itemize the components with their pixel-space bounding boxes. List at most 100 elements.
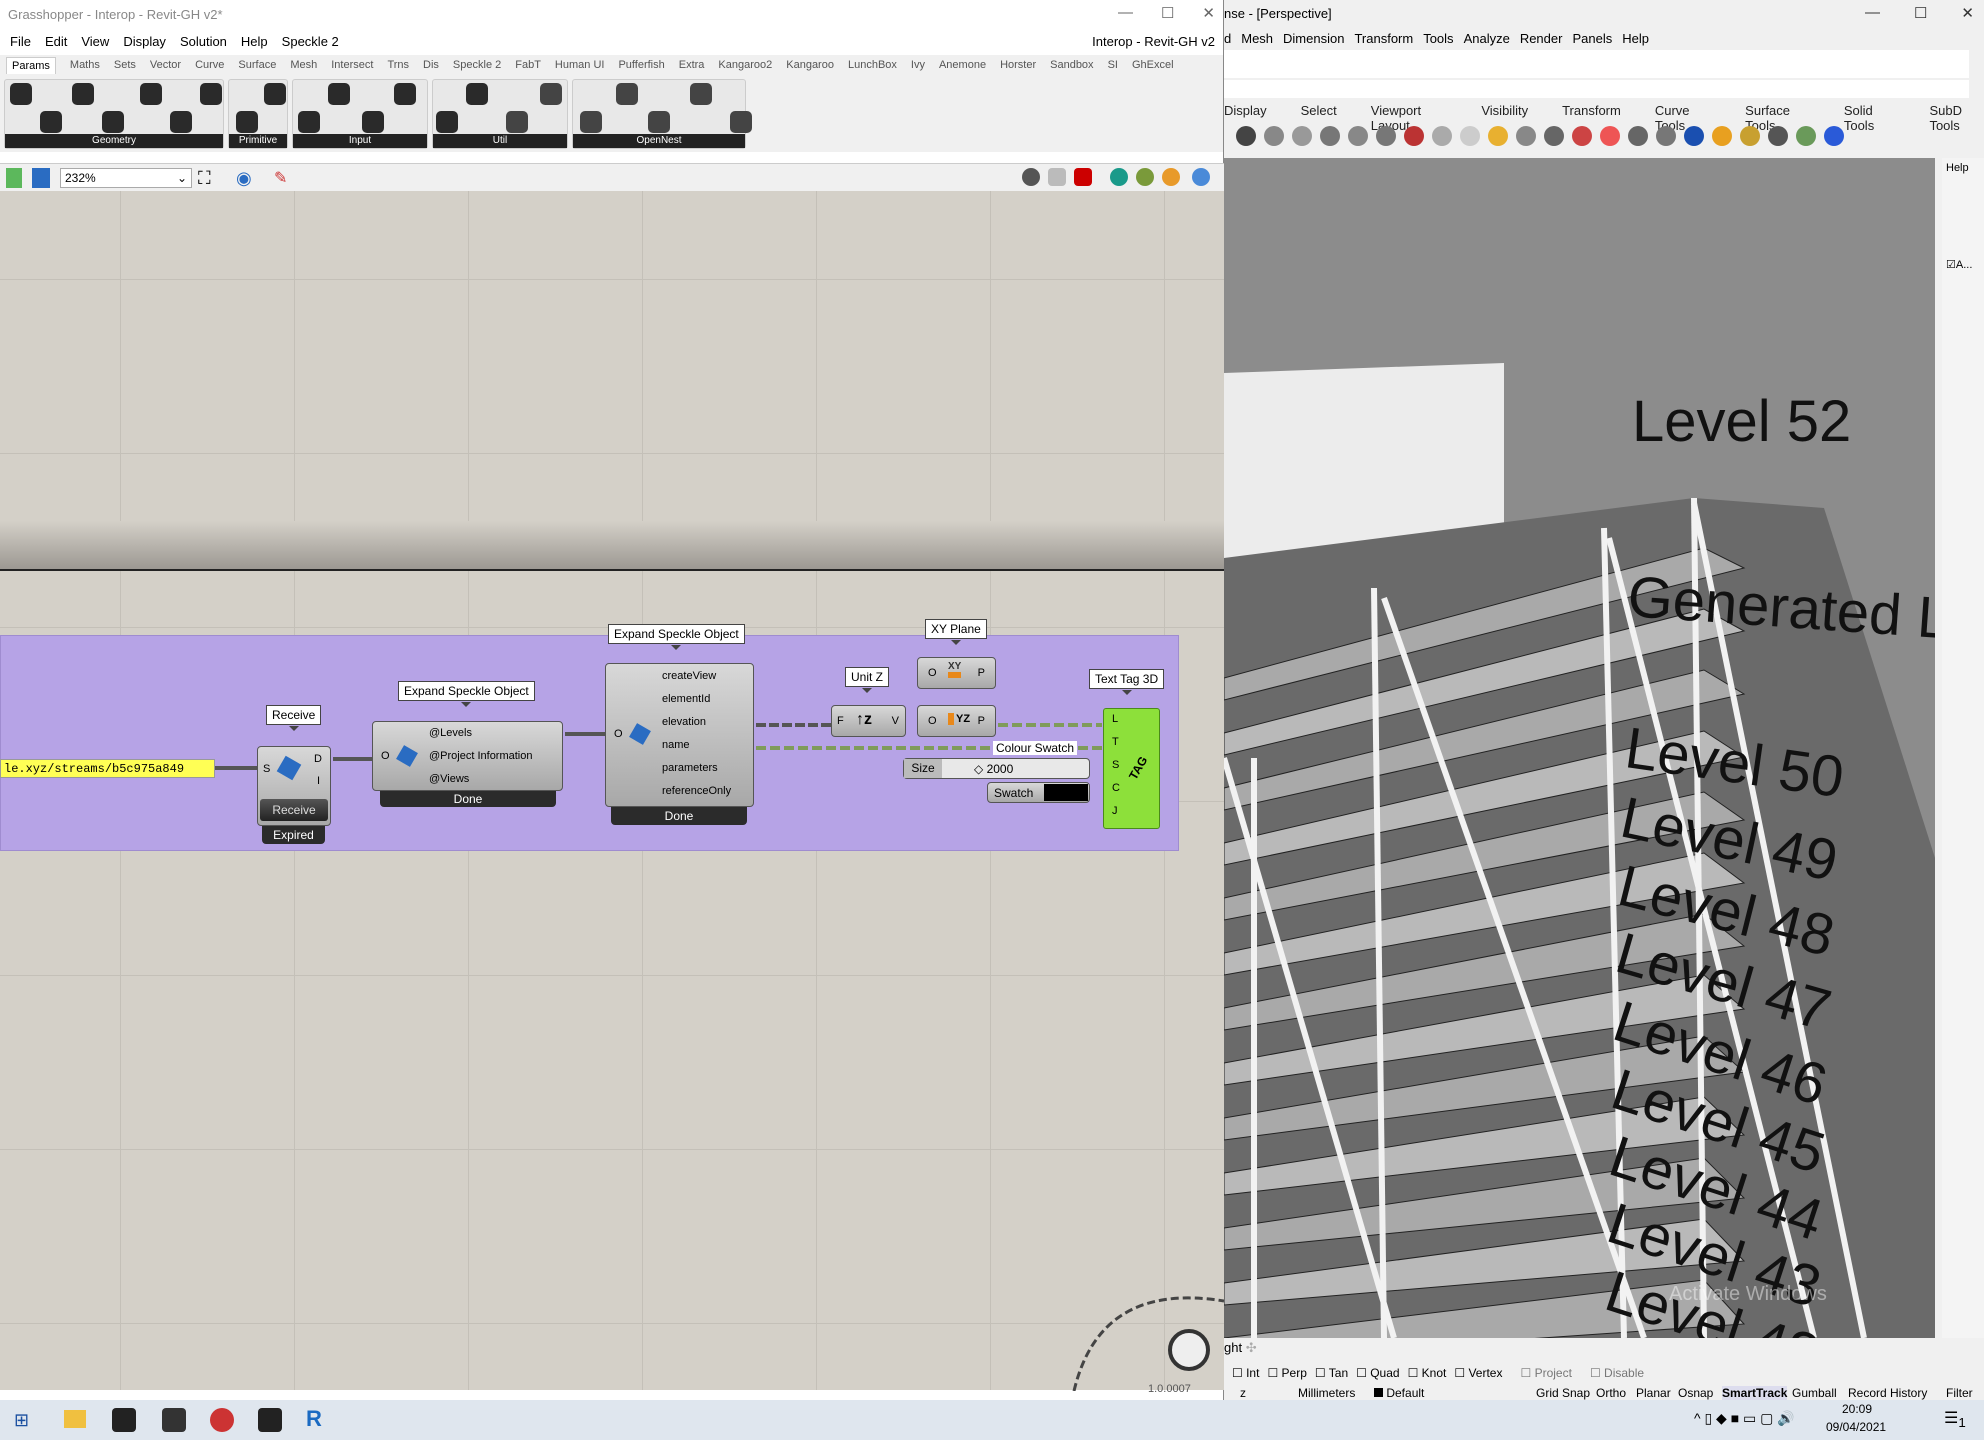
- output-p[interactable]: P: [978, 667, 985, 679]
- rhino-tool-icon[interactable]: [1432, 126, 1452, 146]
- rhino-tool-icon[interactable]: [1796, 126, 1816, 146]
- menu-d[interactable]: d: [1224, 31, 1231, 46]
- tab-kangaroo2[interactable]: Kangaroo2: [718, 59, 772, 71]
- rhino-tool-icon[interactable]: [1264, 126, 1284, 146]
- output-parameters[interactable]: parameters: [662, 762, 718, 774]
- minimize-button[interactable]: —: [1865, 4, 1880, 22]
- rhino-tool-icon[interactable]: [1684, 126, 1704, 146]
- receive-node[interactable]: S D I Receive: [257, 746, 331, 826]
- text-tag-3d-node[interactable]: LTSCJ TAG: [1103, 708, 1160, 829]
- output-i[interactable]: I: [317, 775, 320, 787]
- revit-icon[interactable]: R: [306, 1406, 322, 1432]
- yz-plane-node[interactable]: O YZ P: [917, 705, 996, 737]
- rhino-tool-icon[interactable]: [1740, 126, 1760, 146]
- group-label[interactable]: Geometry: [5, 134, 223, 148]
- rhino-tool-icon[interactable]: [1628, 126, 1648, 146]
- tab-surface[interactable]: Surface: [238, 59, 276, 71]
- tab-fabt[interactable]: FabT: [515, 59, 541, 71]
- component-icon[interactable]: [690, 83, 712, 105]
- rhino-tool-icon[interactable]: [1768, 126, 1788, 146]
- toggle-record-history[interactable]: Record History: [1848, 1386, 1927, 1400]
- menu-solution[interactable]: Solution: [180, 34, 227, 49]
- rhino-tool-icon[interactable]: [1460, 126, 1480, 146]
- component-icon[interactable]: [436, 111, 458, 133]
- output-createview[interactable]: createView: [662, 670, 716, 682]
- input-f[interactable]: F: [837, 715, 844, 727]
- rhino-tool-icon[interactable]: [1516, 126, 1536, 146]
- menu-transform[interactable]: Transform: [1354, 31, 1413, 46]
- menu-analyze[interactable]: Analyze: [1464, 31, 1510, 46]
- rhino-tool-icon[interactable]: [1348, 126, 1368, 146]
- rhino-tool-icon[interactable]: [1488, 126, 1508, 146]
- tab-curve[interactable]: Curve: [195, 59, 224, 71]
- component-icon[interactable]: [264, 83, 286, 105]
- preview-wireframe-icon[interactable]: [1022, 168, 1040, 186]
- close-button[interactable]: ✕: [1961, 4, 1974, 22]
- rhino-tool-icon[interactable]: [1404, 126, 1424, 146]
- gh-sphere-icon[interactable]: [1192, 168, 1210, 186]
- tab-intersect[interactable]: Intersect: [331, 59, 373, 71]
- stream-url-panel[interactable]: le.xyz/streams/b5c975a849: [0, 759, 215, 778]
- toggle-filter[interactable]: Filter: [1946, 1386, 1973, 1400]
- component-icon[interactable]: [730, 111, 752, 133]
- units[interactable]: Millimeters: [1298, 1386, 1355, 1400]
- input-c[interactable]: C: [1112, 782, 1120, 794]
- preview-selected-icon[interactable]: [1074, 168, 1092, 186]
- osnap-perp[interactable]: ☐ Perp: [1267, 1366, 1306, 1380]
- tab-human-ui[interactable]: Human UI: [555, 59, 605, 71]
- toggle-gumball[interactable]: Gumball: [1792, 1386, 1837, 1400]
- output-d[interactable]: D: [314, 753, 322, 765]
- tab-lunchbox[interactable]: LunchBox: [848, 59, 897, 71]
- colour-swatch[interactable]: Swatch: [987, 782, 1090, 803]
- perspective-viewport[interactable]: Level 52 Generated Le Level 50 Level 49 Leve…: [1224, 158, 1935, 1338]
- input-o[interactable]: O: [928, 715, 937, 727]
- rhino-tool-icon[interactable]: [1572, 126, 1592, 146]
- rhino-app-icon[interactable]: [162, 1408, 186, 1432]
- component-icon[interactable]: [616, 83, 638, 105]
- start-icon[interactable]: ⊞: [14, 1410, 29, 1431]
- tab-sets[interactable]: Sets: [114, 59, 136, 71]
- current-layer[interactable]: Default: [1374, 1386, 1424, 1400]
- osnap-vertex[interactable]: ☐ Vertex: [1454, 1366, 1502, 1380]
- grasshopper-app-icon[interactable]: [258, 1408, 282, 1432]
- rhino-app-icon[interactable]: [112, 1408, 136, 1432]
- tab-kangaroo[interactable]: Kangaroo: [786, 59, 834, 71]
- rhino-tool-icon[interactable]: [1236, 126, 1256, 146]
- output-elementid[interactable]: elementId: [662, 693, 710, 705]
- tab-mesh[interactable]: Mesh: [290, 59, 317, 71]
- tab-si[interactable]: SI: [1108, 59, 1118, 71]
- output-views[interactable]: @Views: [429, 773, 469, 785]
- osnap-project[interactable]: ☐ Project: [1520, 1366, 1571, 1380]
- preview-shaded-icon[interactable]: [1048, 168, 1066, 186]
- mesh-quality-icon[interactable]: [1136, 168, 1154, 186]
- output-levels[interactable]: @Levels: [429, 727, 472, 739]
- output-name[interactable]: name: [662, 739, 690, 751]
- zoom-select[interactable]: 232% ⌄: [60, 168, 192, 188]
- osnap-disable[interactable]: ☐ Disable: [1590, 1366, 1644, 1380]
- rhino-tool-icon[interactable]: [1824, 126, 1844, 146]
- component-icon[interactable]: [10, 83, 32, 105]
- output-p[interactable]: P: [978, 715, 985, 727]
- tab-dis[interactable]: Dis: [423, 59, 439, 71]
- component-icon[interactable]: [40, 111, 62, 133]
- tab-ghexcel[interactable]: GhExcel: [1132, 59, 1174, 71]
- menu-help[interactable]: Help: [241, 34, 268, 49]
- tab-params[interactable]: Params: [6, 56, 56, 74]
- menu-edit[interactable]: Edit: [45, 34, 67, 49]
- component-icon[interactable]: [102, 111, 124, 133]
- component-icon[interactable]: [72, 83, 94, 105]
- component-icon[interactable]: [580, 111, 602, 133]
- rhino-tool-icon[interactable]: [1320, 126, 1340, 146]
- tab-extra[interactable]: Extra: [679, 59, 705, 71]
- minimize-button[interactable]: —: [1118, 4, 1133, 22]
- menu-help[interactable]: Help: [1622, 31, 1649, 46]
- osnap-quad[interactable]: ☐ Quad: [1356, 1366, 1399, 1380]
- tab-vector[interactable]: Vector: [150, 59, 181, 71]
- zoom-extents-icon[interactable]: ⛶: [198, 168, 211, 189]
- input-l[interactable]: L: [1112, 713, 1118, 725]
- rhino-tool-icon[interactable]: [1600, 126, 1620, 146]
- input-s[interactable]: S: [1112, 759, 1119, 771]
- toggle-osnap[interactable]: Osnap: [1678, 1386, 1713, 1400]
- component-icon[interactable]: [648, 111, 670, 133]
- menu-tools[interactable]: Tools: [1423, 31, 1453, 46]
